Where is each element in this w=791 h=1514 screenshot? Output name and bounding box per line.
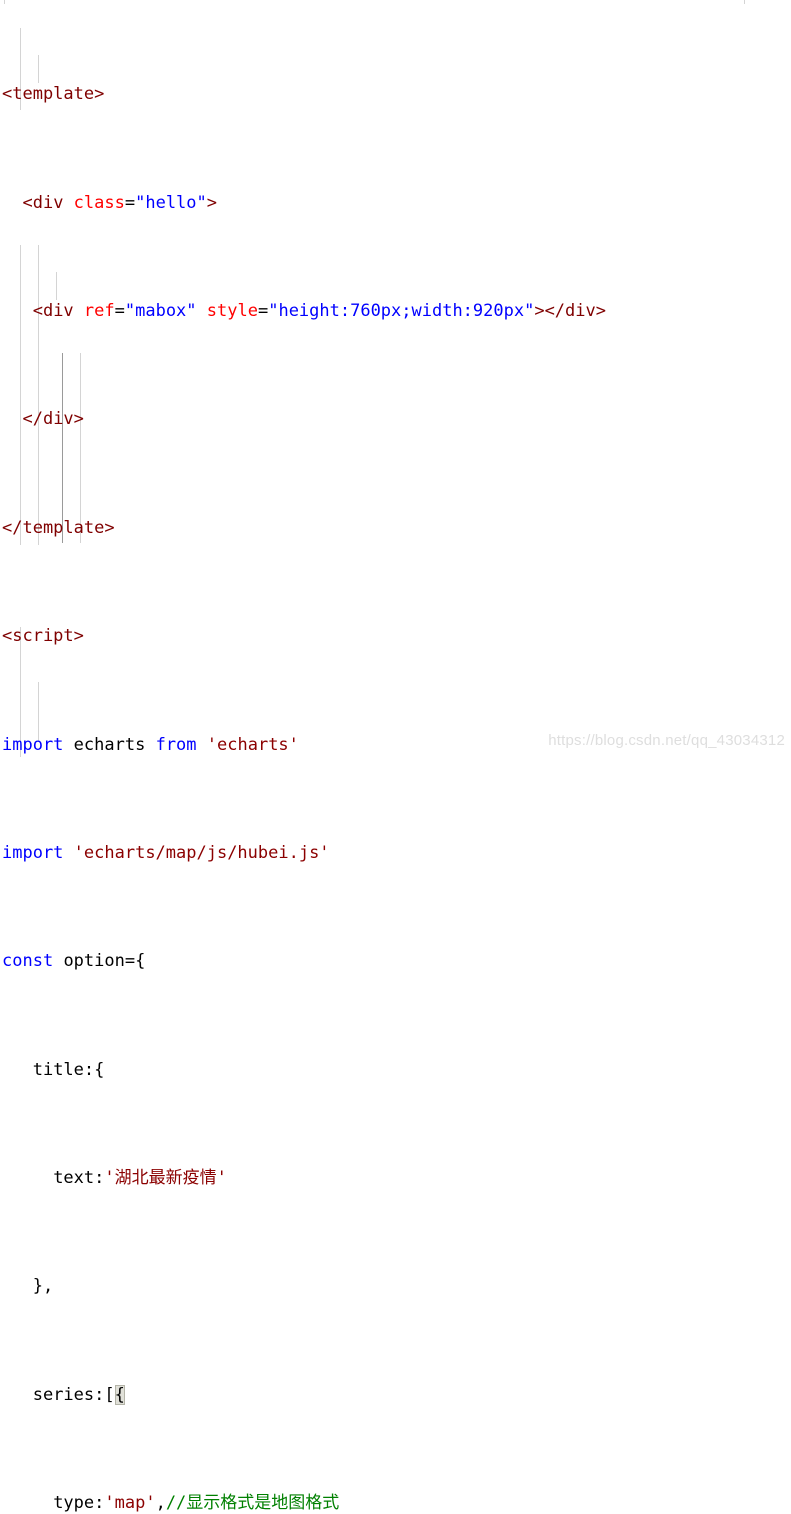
editor-top-edge [0,0,791,4]
bracket-match-open: { [114,1384,125,1405]
code-line[interactable]: type:'map',//显示格式是地图格式 [0,1490,791,1514]
comma: , [155,1493,166,1514]
code-line[interactable]: <div ref="mabox" style="height:760px;wid… [0,298,791,325]
title-property-key: title:{ [32,1059,105,1080]
text-property-key: text: [53,1168,105,1189]
template-open-tag: <template> [2,84,105,105]
equals-sign: = [114,301,125,322]
title-text-string: '湖北最新疫情' [104,1168,227,1189]
code-line[interactable]: text:'湖北最新疫情' [0,1165,791,1192]
type-property-key: type: [53,1493,105,1514]
div-open-tag: <div [22,192,74,213]
module-path-string: 'echarts/map/js/hubei.js' [73,842,330,863]
style-attribute-name: style [206,301,258,322]
template-closing-tag: </template> [2,517,115,538]
import-keyword: import [2,842,64,863]
code-line[interactable]: }, [0,1273,791,1300]
type-comment: //显示格式是地图格式 [165,1493,340,1514]
code-line[interactable]: const option={ [0,948,791,975]
ref-attribute-name: ref [83,301,115,322]
code-line[interactable]: </template> [0,515,791,542]
option-declaration: option={ [63,951,146,972]
div-closing-tag: </div> [22,409,84,430]
module-path-string: 'echarts' [206,734,299,755]
div-open-tag: <div [32,301,84,322]
type-value-string: 'map' [104,1493,156,1514]
code-line[interactable]: title:{ [0,1057,791,1084]
import-keyword: import [2,734,64,755]
code-line[interactable]: <template> [0,81,791,108]
code-line[interactable]: series:[{ [0,1382,791,1409]
code-editor[interactable]: <template> <div class="hello"> <div ref=… [0,0,791,1513]
style-attribute-value: "height:760px;width:920px" [268,301,535,322]
tag-close-bracket: > [206,192,218,213]
const-keyword: const [2,951,54,972]
class-attribute-name: class [73,192,125,213]
csdn-watermark: https://blog.csdn.net/qq_43034312 [548,732,785,749]
equals-sign: = [257,301,269,322]
code-line[interactable]: <div class="hello"> [0,190,791,217]
code-content[interactable]: <template> <div class="hello"> <div ref=… [0,0,791,1513]
title-close-brace: }, [32,1276,54,1297]
equals-sign: = [124,192,136,213]
code-line[interactable]: <script> [0,623,791,650]
from-keyword: from [155,734,197,755]
import-binding-name: echarts [73,734,146,755]
series-property-key: series:[ [32,1384,115,1405]
script-open-tag: <script> [2,626,84,647]
code-line[interactable]: import 'echarts/map/js/hubei.js' [0,840,791,867]
code-line[interactable]: </div> [0,406,791,433]
div-close-tag: ></div> [534,301,606,322]
ref-attribute-value: "mabox" [124,301,197,322]
class-attribute-value: "hello" [135,192,207,213]
